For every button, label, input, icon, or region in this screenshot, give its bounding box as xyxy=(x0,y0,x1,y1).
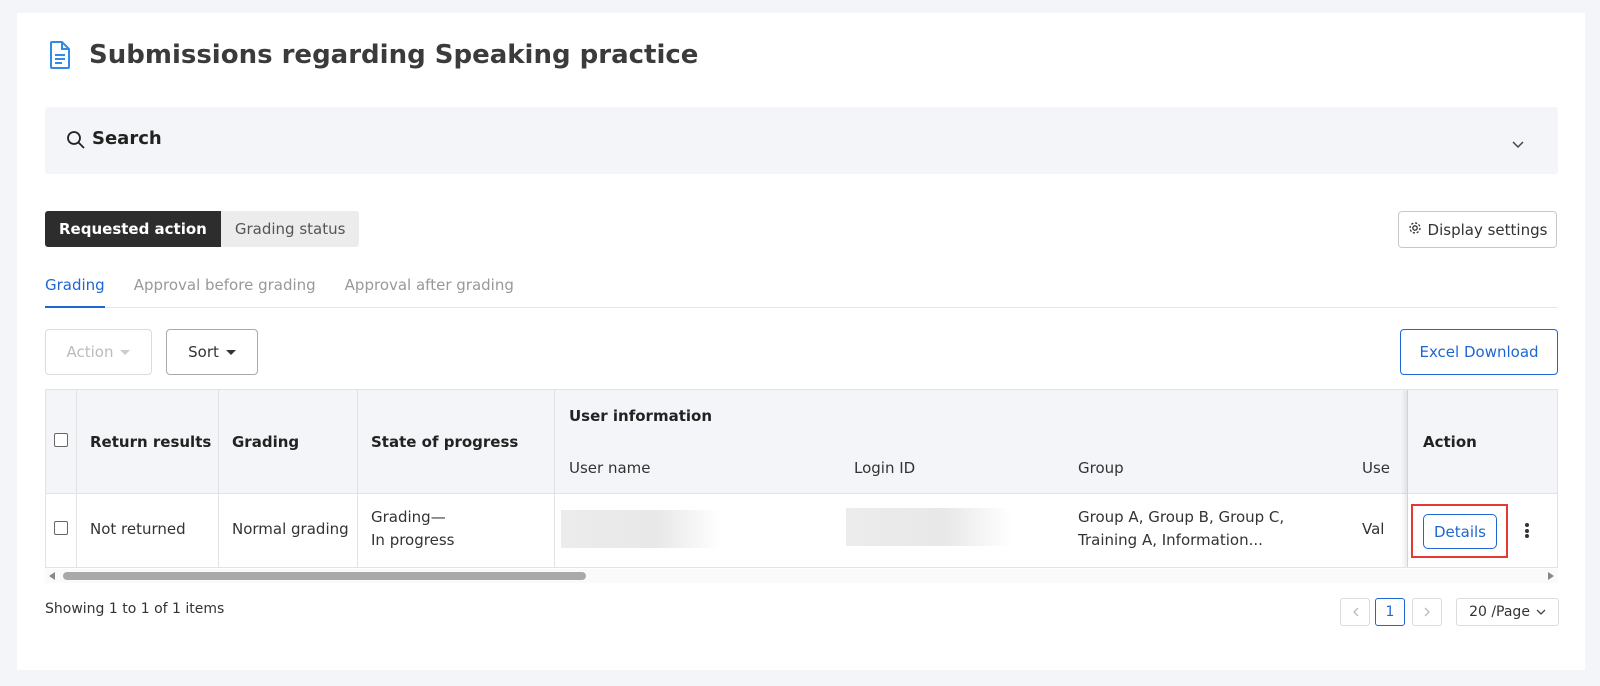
page-number[interactable]: 1 xyxy=(1375,598,1405,626)
cell-return-results: Not returned xyxy=(90,520,186,538)
page-header: Submissions regarding Speaking practice xyxy=(47,40,698,70)
header-return-results[interactable]: Return results xyxy=(90,433,211,451)
column-divider xyxy=(357,390,358,567)
search-icon xyxy=(66,130,86,154)
redacted-user-name xyxy=(561,510,721,548)
row-checkbox[interactable] xyxy=(54,521,68,535)
chevron-down-icon[interactable] xyxy=(1512,134,1524,153)
tab-grading[interactable]: Grading xyxy=(45,270,105,308)
next-page-button[interactable] xyxy=(1412,598,1442,626)
scroll-right-icon[interactable] xyxy=(1548,572,1554,580)
caret-down-icon xyxy=(120,349,131,355)
excel-download-button[interactable]: Excel Download xyxy=(1400,329,1558,375)
redacted-login-id xyxy=(846,508,1011,546)
horizontal-scrollbar[interactable] xyxy=(45,569,1558,583)
submissions-table: Return results Grading State of progress… xyxy=(45,389,1558,568)
search-panel[interactable]: Search xyxy=(45,107,1558,174)
scrollbar-thumb[interactable] xyxy=(63,572,586,580)
grading-status-toggle[interactable]: Grading status xyxy=(220,211,360,247)
cell-grading: Normal grading xyxy=(232,520,349,538)
cell-state-line2: In progress xyxy=(371,531,455,549)
column-divider xyxy=(76,390,77,567)
select-all-checkbox[interactable] xyxy=(54,433,68,447)
cell-user-extra: Val xyxy=(1362,520,1385,538)
more-options-icon[interactable] xyxy=(1525,523,1529,540)
tab-bar: Grading Approval before grading Approval… xyxy=(45,270,1558,308)
items-count: Showing 1 to 1 of 1 items xyxy=(45,601,225,617)
header-login-id[interactable]: Login ID xyxy=(854,459,915,477)
cell-state-line1: Grading— xyxy=(371,508,446,526)
page-title: Submissions regarding Speaking practice xyxy=(89,40,699,70)
tab-approval-before-grading[interactable]: Approval before grading xyxy=(134,270,316,308)
page-size-label: 20 /Page xyxy=(1469,604,1530,620)
action-dropdown-label: Action xyxy=(66,343,114,361)
chevron-right-icon xyxy=(1424,607,1430,617)
page-size-select[interactable]: 20 /Page xyxy=(1456,598,1559,626)
sort-dropdown-label: Sort xyxy=(188,343,219,361)
column-divider xyxy=(218,390,219,567)
details-button[interactable]: Details xyxy=(1423,514,1497,549)
caret-down-icon xyxy=(225,349,236,355)
scroll-left-icon[interactable] xyxy=(49,572,55,580)
prev-page-button[interactable] xyxy=(1340,598,1370,626)
header-grading[interactable]: Grading xyxy=(232,433,299,451)
chevron-left-icon xyxy=(1352,607,1358,617)
header-user-name[interactable]: User name xyxy=(569,459,651,477)
action-column: Action Details xyxy=(1407,390,1557,567)
header-user-extra[interactable]: Use xyxy=(1362,459,1390,477)
cell-group-line2: Training A, Information... xyxy=(1078,531,1263,549)
action-dropdown[interactable]: Action xyxy=(45,329,152,375)
view-toggle: Requested action Grading status xyxy=(45,211,360,247)
chevron-down-icon xyxy=(1536,609,1546,615)
header-action: Action xyxy=(1423,433,1477,451)
header-user-information: User information xyxy=(569,407,712,425)
display-settings-label: Display settings xyxy=(1427,220,1548,239)
column-divider xyxy=(554,390,555,567)
requested-action-toggle[interactable]: Requested action xyxy=(45,211,221,247)
header-group[interactable]: Group xyxy=(1078,459,1124,477)
header-state-of-progress[interactable]: State of progress xyxy=(371,433,518,451)
display-settings-button[interactable]: Display settings xyxy=(1398,211,1557,248)
search-label: Search xyxy=(92,128,162,149)
gear-icon xyxy=(1408,221,1428,239)
cell-group-line1: Group A, Group B, Group C, xyxy=(1078,508,1285,526)
document-icon xyxy=(47,40,73,70)
sort-dropdown[interactable]: Sort xyxy=(166,329,258,375)
tab-approval-after-grading[interactable]: Approval after grading xyxy=(345,270,514,308)
